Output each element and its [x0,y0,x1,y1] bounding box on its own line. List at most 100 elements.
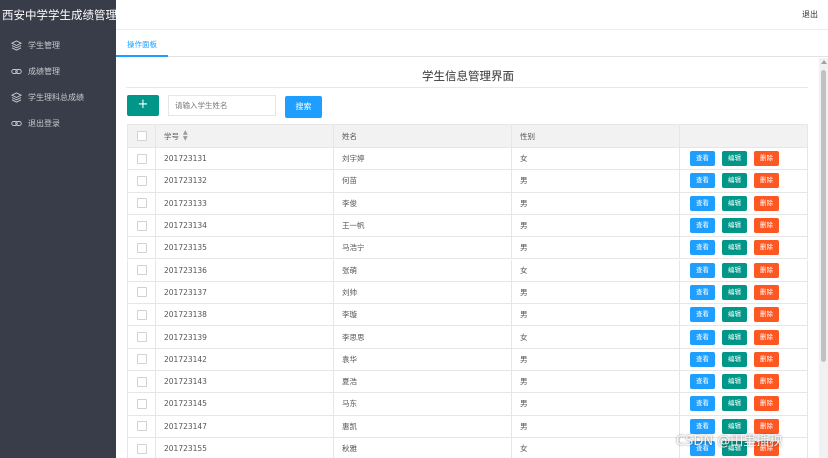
cell-id: 201723145 [156,393,334,415]
column-header-sex: 性别 [512,125,680,147]
delete-button[interactable]: 删除 [754,351,779,367]
cell-name: 李俊 [334,192,512,214]
row-checkbox[interactable] [136,198,147,209]
delete-button[interactable]: 删除 [754,284,779,300]
tab-operation-panel[interactable]: 操作面板 [116,36,168,57]
view-button[interactable]: 查看 [690,195,715,211]
row-checkbox[interactable] [136,153,147,164]
edit-button[interactable]: 编辑 [722,374,747,390]
row-checkbox[interactable] [136,421,147,432]
delete-button[interactable]: 删除 [754,218,779,234]
row-checkbox[interactable] [136,354,147,365]
scroll-thumb[interactable] [821,70,826,362]
add-student-button[interactable]: + [127,95,159,116]
edit-button[interactable]: 编辑 [722,329,747,345]
edit-button[interactable]: 编辑 [722,351,747,367]
view-button[interactable]: 查看 [690,218,715,234]
cell-name: 何苗 [334,170,512,192]
table-row: 201723139 李思思女查看 编辑 删除 [127,326,808,349]
logout-button[interactable]: 退出 [802,0,818,30]
cell-sex: 男 [512,192,680,214]
cell-actions: 查看 编辑 删除 [680,170,809,191]
row-checkbox-cell [128,415,156,437]
sidebar-item-science-total-score[interactable]: 学生理科总成绩 [0,85,116,109]
delete-button[interactable]: 删除 [754,396,779,412]
search-input[interactable] [168,95,276,116]
table-row: 201723137 刘帅男查看 编辑 删除 [127,281,808,305]
view-button[interactable]: 查看 [690,151,715,167]
edit-button[interactable]: 编辑 [722,218,747,234]
view-button[interactable]: 查看 [690,173,715,189]
view-button[interactable]: 查看 [690,307,715,323]
view-button[interactable]: 查看 [690,329,715,345]
delete-button[interactable]: 删除 [754,374,779,390]
cell-actions: 查看 编辑 删除 [680,215,809,236]
delete-button[interactable]: 删除 [754,262,779,278]
row-checkbox[interactable] [136,175,147,186]
row-checkbox-cell [128,237,156,259]
page-title: 学生信息管理界面 [422,69,514,83]
column-header-id[interactable]: 学号 ▲ ▼ [156,125,334,147]
view-button[interactable]: 查看 [690,351,715,367]
delete-button[interactable]: 删除 [754,173,779,189]
delete-button[interactable]: 删除 [754,195,779,211]
row-checkbox[interactable] [136,242,147,253]
row-checkbox[interactable] [136,376,147,387]
row-checkbox[interactable] [136,398,147,409]
edit-button[interactable]: 编辑 [722,195,747,211]
edit-button[interactable]: 编辑 [722,284,747,300]
cell-sex: 男 [512,371,680,393]
edit-button[interactable]: 编辑 [722,262,747,278]
cell-name: 刘宇婷 [334,148,512,170]
delete-button[interactable]: 删除 [754,307,779,323]
cell-sex: 男 [512,348,680,370]
search-button[interactable]: 搜索 [285,96,322,118]
delete-button[interactable]: 删除 [754,151,779,167]
row-checkbox[interactable] [136,265,147,276]
tab-bar: 操作面板 [116,36,828,57]
edit-button[interactable]: 编辑 [722,151,747,167]
row-checkbox[interactable] [136,287,147,298]
view-button[interactable]: 查看 [690,262,715,278]
edit-button[interactable]: 编辑 [722,240,747,256]
sidebar-item-score-management[interactable]: 成绩管理 [0,59,116,83]
layers-icon [10,91,22,103]
edit-button[interactable]: 编辑 [722,173,747,189]
view-button[interactable]: 查看 [690,374,715,390]
row-checkbox[interactable] [136,332,147,343]
view-button[interactable]: 查看 [690,396,715,412]
cell-id: 201723135 [156,237,334,259]
cell-actions: 查看 编辑 删除 [680,260,809,281]
cell-name: 李璇 [334,304,512,326]
cell-name: 惠凯 [334,415,512,437]
watermark: CSDN @田里插秧 [676,434,783,449]
view-button[interactable]: 查看 [690,240,715,256]
row-checkbox-cell [128,371,156,393]
edit-button[interactable]: 编辑 [722,396,747,412]
view-button[interactable]: 查看 [690,284,715,300]
main-content: 学生信息管理界面 + 搜索 学号 ▲▼ 姓名 性别 201723131刘宇婷女查… [116,58,820,458]
sidebar-item-student-management[interactable]: 学生管理 [0,33,116,57]
sidebar: 西安中学学生成绩管理系 学生管理 成绩管理 学生理科总成绩 退出登录 [0,0,116,458]
row-checkbox[interactable] [136,443,147,454]
delete-button[interactable]: 删除 [754,240,779,256]
vertical-scrollbar[interactable] [819,58,828,458]
column-header-name: 姓名 [334,125,512,147]
cell-actions: 查看 编辑 删除 [680,304,809,325]
scroll-up-arrow-icon[interactable] [821,60,827,64]
delete-button[interactable]: 删除 [754,329,779,345]
cell-sex: 女 [512,259,680,281]
sidebar-item-label: 成绩管理 [28,66,60,76]
table-row: 201723142 袁华男查看 编辑 删除 [127,348,808,371]
sort-icon[interactable]: ▲ ▼ [183,130,188,142]
edit-button[interactable]: 编辑 [722,307,747,323]
row-checkbox-cell [128,259,156,281]
cell-name: 王一帆 [334,214,512,237]
sidebar-item-logout[interactable]: 退出登录 [0,111,116,135]
row-checkbox-cell [128,170,156,192]
row-checkbox[interactable] [136,220,147,231]
cell-name: 马浩宁 [334,237,512,259]
select-all-checkbox[interactable] [136,131,147,141]
cell-name: 张萌 [334,259,512,281]
row-checkbox[interactable] [136,309,147,320]
